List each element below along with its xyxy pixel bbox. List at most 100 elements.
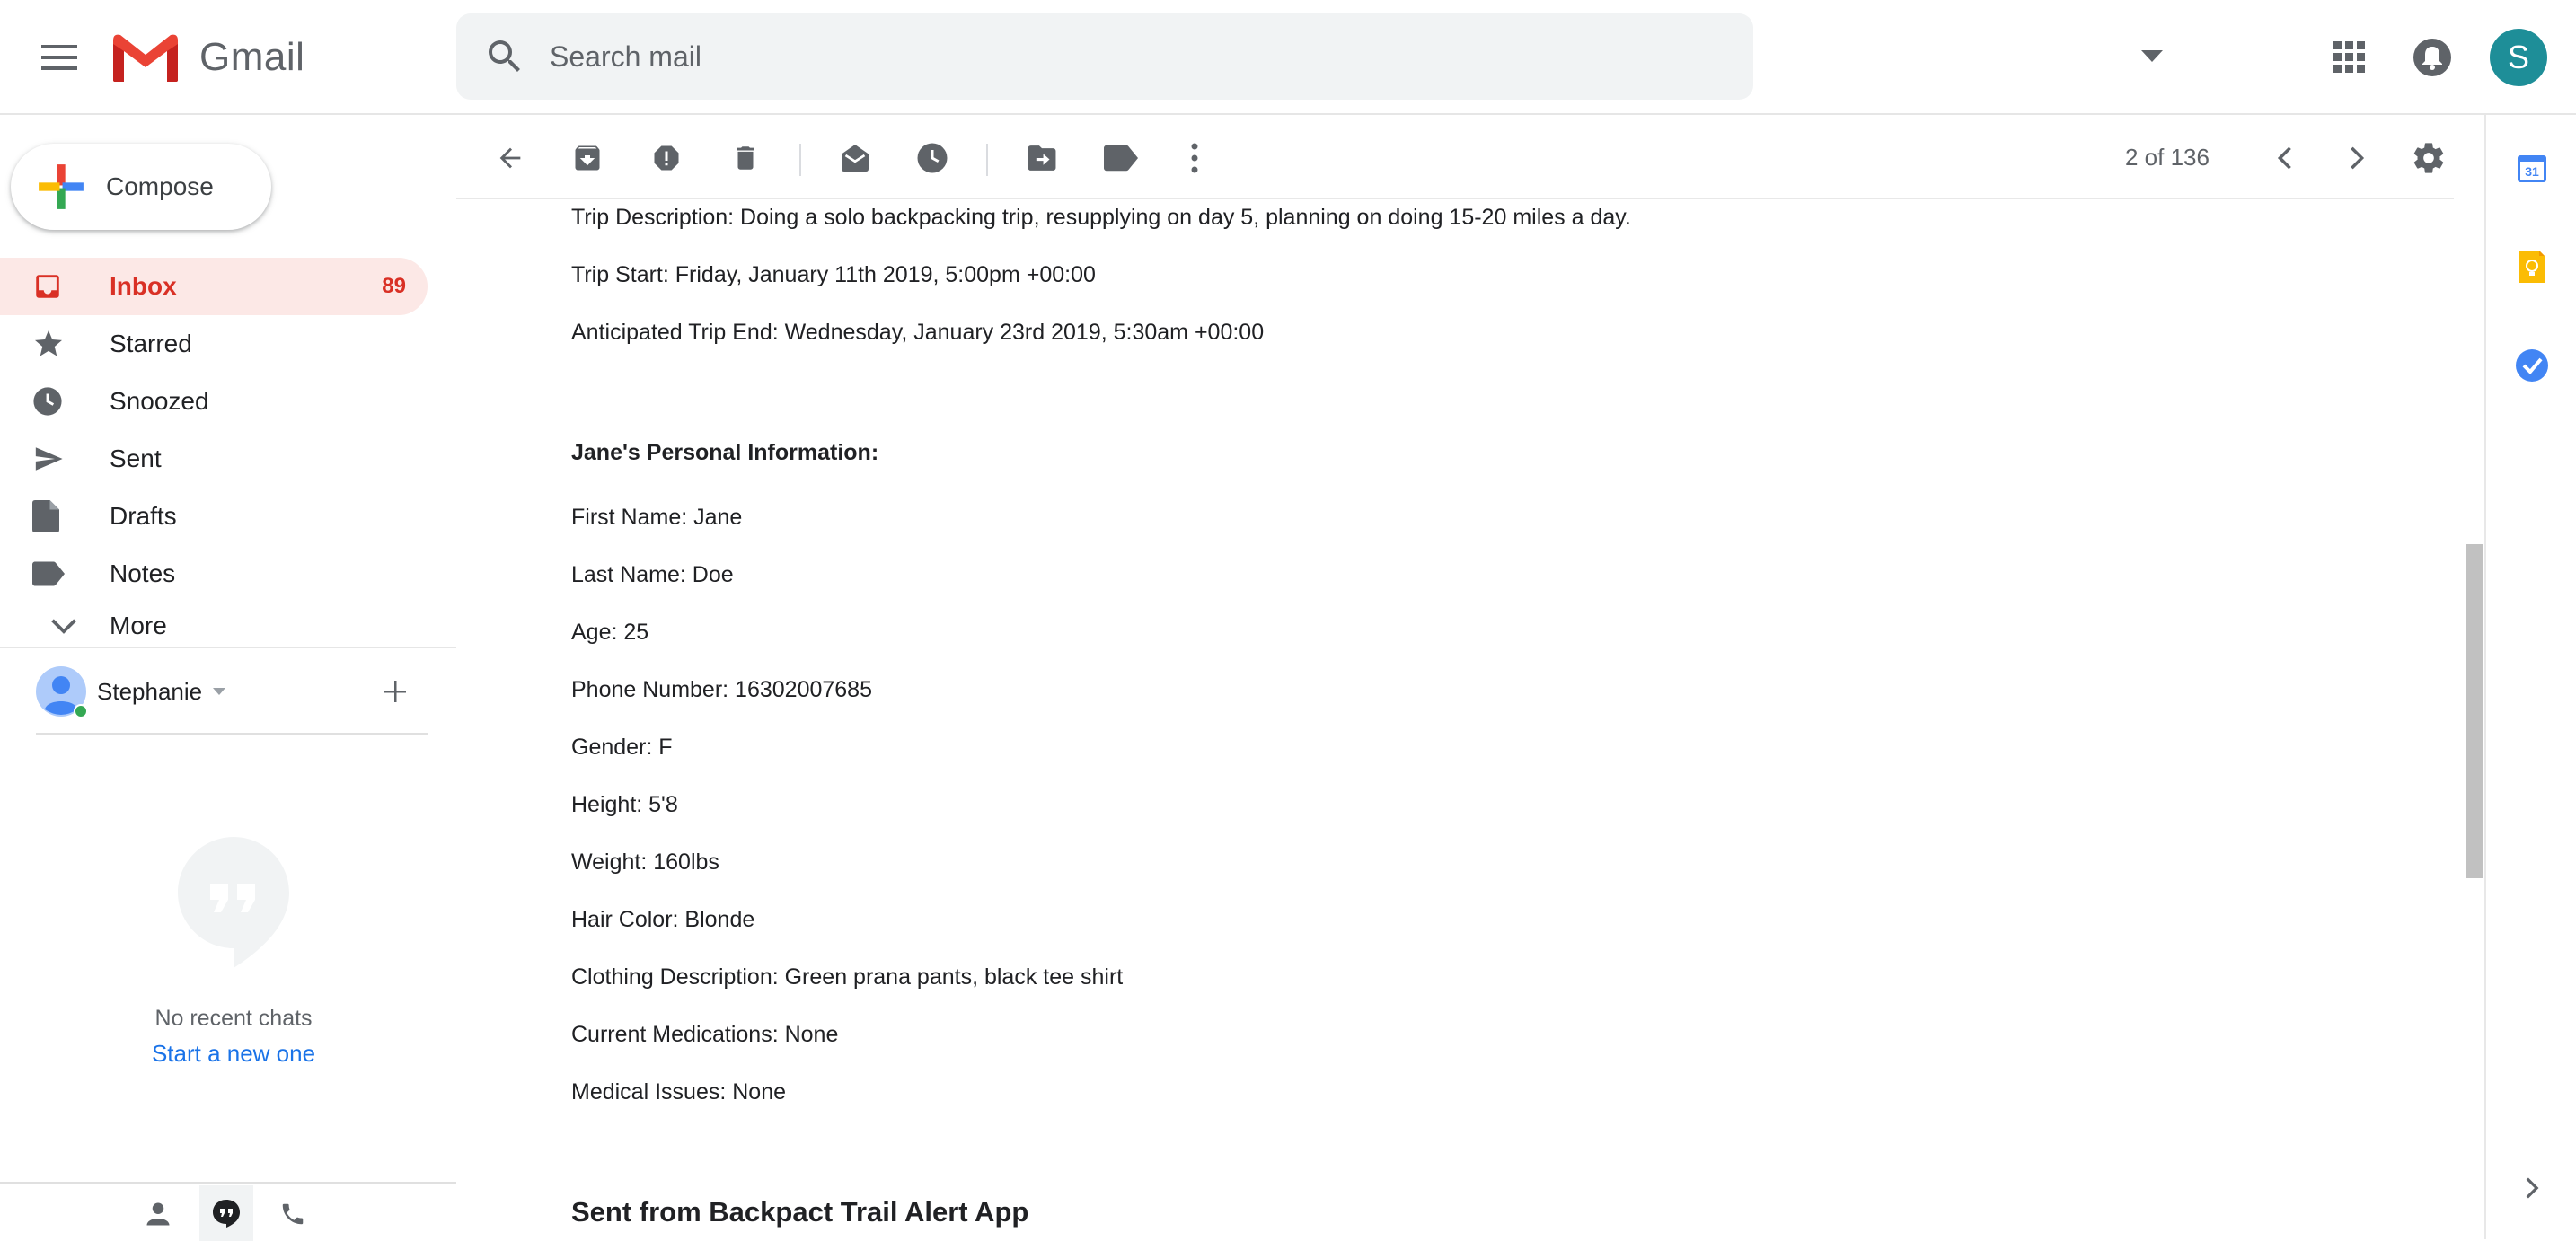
side-panel: 31 (2484, 115, 2576, 1239)
phone-tab[interactable] (275, 1196, 311, 1232)
older-message-button[interactable] (2333, 135, 2380, 181)
email-line-trip-description: Trip Description: Doing a solo backpacki… (571, 205, 1631, 230)
star-icon (32, 328, 90, 360)
email-line-age: Age: 25 (571, 620, 649, 645)
draft-icon (32, 500, 90, 532)
sidebar-item-label: Inbox (110, 272, 177, 300)
email-line-height: Height: 5'8 (571, 792, 678, 817)
tasks-button[interactable] (2511, 345, 2553, 386)
search-icon[interactable] (483, 35, 526, 78)
labels-button[interactable] (1098, 135, 1144, 181)
hangouts-user-name: Stephanie (97, 677, 203, 705)
email-body: Trip Description: Doing a solo backpacki… (571, 199, 2368, 1239)
delete-button[interactable] (722, 135, 769, 181)
sidebar-item-inbox[interactable]: Inbox 89 (0, 258, 428, 315)
main-menu-button[interactable] (32, 32, 86, 83)
newer-message-button[interactable] (2262, 135, 2308, 181)
sidebar-divider (0, 647, 456, 648)
start-new-chat-link[interactable]: Start a new one (54, 1040, 413, 1068)
no-chats-message: No recent chats (154, 1006, 313, 1031)
notifications-button[interactable] (2407, 32, 2457, 83)
hangouts-user-menu[interactable]: Stephanie (36, 665, 431, 718)
report-spam-icon (654, 145, 679, 171)
gmail-logo[interactable]: Gmail (111, 29, 327, 86)
hangouts-divider (36, 733, 428, 735)
expand-side-panel-button[interactable] (2511, 1167, 2553, 1209)
account-avatar[interactable]: S (2490, 29, 2547, 86)
sidebar-item-label: Starred (110, 330, 192, 357)
plus-icon (384, 681, 406, 702)
sidebar-item-snoozed[interactable]: Snoozed (0, 373, 428, 430)
clock-icon (32, 386, 90, 417)
settings-button[interactable] (2405, 135, 2452, 181)
report-spam-button[interactable] (643, 135, 690, 181)
sidebar-item-label: Drafts (110, 502, 177, 530)
person-icon (146, 1202, 170, 1226)
tasks-check-icon (2516, 349, 2548, 382)
keep-lightbulb-icon (2519, 251, 2545, 283)
trash-icon (737, 146, 754, 170)
toolbar-separator (799, 144, 801, 176)
more-actions-button[interactable] (1171, 135, 1218, 181)
hangouts-avatar (36, 666, 88, 718)
app-name: Gmail (199, 35, 305, 79)
sidebar-item-label: Snoozed (110, 387, 209, 415)
email-line-hair-color: Hair Color: Blonde (571, 907, 755, 932)
sidebar-item-drafts[interactable]: Drafts (0, 488, 428, 545)
chevron-left-icon (2277, 146, 2291, 170)
caret-down-icon (2141, 50, 2163, 62)
sidebar-item-label: Notes (110, 559, 176, 587)
chevron-right-icon (2351, 146, 2365, 170)
email-signature: Sent from Backpact Trail Alert App (571, 1196, 1029, 1228)
online-status-dot (74, 704, 88, 718)
clock-icon (917, 143, 948, 173)
email-line-last-name: Last Name: Doe (571, 562, 734, 587)
snooze-button[interactable] (909, 135, 956, 181)
search-input[interactable] (550, 30, 1610, 84)
apps-grid-icon (2333, 41, 2365, 73)
inbox-icon (32, 271, 90, 302)
chevron-right-icon (2526, 1177, 2539, 1199)
mark-unread-icon (842, 145, 869, 172)
chats-tab[interactable] (199, 1185, 253, 1241)
email-line-trip-start: Trip Start: Friday, January 11th 2019, 5… (571, 262, 1096, 287)
contacts-tab[interactable] (140, 1196, 176, 1232)
mark-unread-button[interactable] (832, 135, 878, 181)
archive-button[interactable] (564, 135, 611, 181)
email-line-trip-end: Anticipated Trip End: Wednesday, January… (571, 320, 1265, 345)
move-to-button[interactable] (1019, 135, 1065, 181)
phone-icon (282, 1203, 304, 1225)
sidebar-item-more[interactable]: More (0, 603, 428, 649)
email-line-medical-issues: Medical Issues: None (571, 1079, 787, 1105)
email-line-weight: Weight: 160lbs (571, 849, 719, 875)
chat-quote-icon (178, 837, 289, 968)
calendar-button[interactable]: 31 (2511, 147, 2553, 189)
search-bar[interactable] (456, 13, 2163, 100)
google-apps-button[interactable] (2325, 32, 2375, 83)
email-line-gender: Gender: F (571, 735, 673, 760)
sidebar-item-notes[interactable]: Notes (0, 545, 428, 603)
compose-button[interactable]: Compose (11, 144, 271, 230)
email-section-heading: Jane's Personal Information: (571, 440, 879, 465)
new-chat-button[interactable] (381, 677, 410, 706)
toolbar-separator (986, 144, 988, 176)
email-line-clothing: Clothing Description: Green prana pants,… (571, 964, 1124, 990)
label-icon (1104, 145, 1138, 172)
scrollbar-thumb[interactable] (2466, 544, 2483, 878)
bell-icon (2413, 39, 2451, 76)
compose-label: Compose (106, 172, 214, 200)
sidebar-item-label: Sent (110, 444, 162, 472)
sidebar-item-starred[interactable]: Starred (0, 315, 428, 373)
gear-icon (2413, 143, 2444, 173)
search-options-button[interactable] (2130, 39, 2174, 75)
archive-icon (575, 145, 600, 171)
gmail-envelope-icon (113, 34, 178, 82)
hamburger-menu-icon (41, 45, 77, 70)
label-icon (32, 561, 90, 586)
sidebar-item-sent[interactable]: Sent (0, 430, 428, 488)
back-button[interactable] (487, 135, 534, 181)
move-to-folder-icon (1028, 145, 1056, 171)
arrow-back-icon (499, 147, 521, 169)
email-line-phone: Phone Number: 16302007685 (571, 677, 872, 702)
keep-button[interactable] (2511, 246, 2553, 287)
